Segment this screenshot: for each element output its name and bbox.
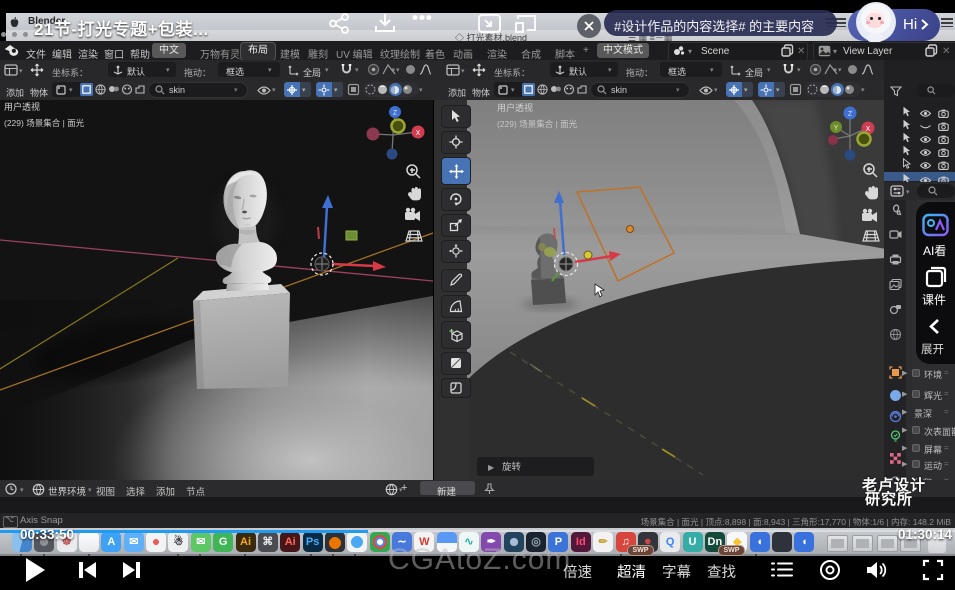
svg-text:X: X <box>416 130 421 137</box>
svg-text:Y: Y <box>834 125 839 132</box>
svg-text:(229) 场景集合 | 面光: (229) 场景集合 | 面光 <box>4 118 85 128</box>
svg-text:▶: ▶ <box>488 463 495 472</box>
svg-text:Z: Z <box>393 110 398 117</box>
svg-text:(229) 场景集合 | 面光: (229) 场景集合 | 面光 <box>497 119 578 129</box>
svg-text:Z: Z <box>848 111 853 118</box>
svg-text:用户透视: 用户透视 <box>497 102 533 113</box>
svg-text:用户透视: 用户透视 <box>4 101 40 112</box>
svg-text:旋转: 旋转 <box>502 461 522 473</box>
